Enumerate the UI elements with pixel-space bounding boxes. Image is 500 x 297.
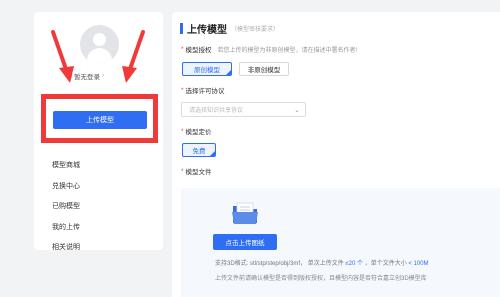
click-upload-button[interactable]: 点击上传图纸 [213,234,277,250]
price-label-row: * 模型定价 [181,126,212,137]
auth-description: 若您上传的模型为非原创模型，请在描述中署名作者! [217,47,358,54]
option-non-original-model[interactable]: 非原创模型 [239,62,289,76]
price-label: 模型定价 [185,129,212,136]
license-select[interactable]: 请选择知识共享协议 ⌄ [181,102,306,117]
highlight-annotation-box: 上传模型 [41,94,158,143]
required-mark: * [181,45,184,53]
upload-model-button[interactable]: 上传模型 [53,111,147,129]
sidebar-item-my-uploads[interactable]: 我的上传 [52,217,80,238]
upload-form-card: 上传模型 （模型审核要求） * 模型授权 若您上传的模型为非原创模型，请在描述中… [172,12,500,297]
required-mark: * [181,86,184,94]
avatar-head-shape [93,33,106,46]
format-prefix: 支持3D格式: stl/stp/step/obj/3mf， 单次上传文件 [215,261,344,267]
size-prefix: ，单个文件大小 [364,261,407,267]
sidebar-item-redeem-center[interactable]: 兑换中心 [52,176,80,197]
license-label-row: * 选择许可协议 [181,85,225,96]
left-arrow-annotation [51,30,74,83]
option-free[interactable]: 免费 [182,143,216,157]
auth-label: 模型授权 [185,47,212,54]
sidebar-nav: 模型商城 兑换中心 已购模型 我的上传 相关说明 [52,155,80,258]
sidebar-item-model-store[interactable]: 模型商城 [52,155,80,176]
option-original-model[interactable]: 原创模型 [182,62,232,76]
count-limit: ≤20 个 [345,261,364,267]
review-requirements-link[interactable]: （模型审核要求） [231,24,279,33]
file-label-row: * 模型文件 [181,166,212,177]
folder-upload-icon [232,202,258,224]
license-placeholder: 请选择知识共享协议 [189,108,244,114]
page-title-row: 上传模型 （模型审核要求） [180,21,279,36]
copyright-notice: 上传文件前请确认模型是否得到版权授权，且模型内容是否符合嘉立创3D模型库 [215,276,427,282]
sidebar-item-purchased-models[interactable]: 已购模型 [52,196,80,217]
format-hint: 支持3D格式: stl/stp/step/obj/3mf， 单次上传文件 ≤20… [215,258,429,267]
avatar-body-shape [87,48,112,64]
right-arrow-annotation [122,30,145,83]
license-label: 选择许可协议 [185,88,225,95]
avatar[interactable] [80,25,119,64]
login-label: 暂无登录 [74,74,100,81]
page-title: 上传模型 [187,25,227,36]
required-mark: * [181,127,184,135]
auth-label-row: * 模型授权 若您上传的模型为非原创模型，请在描述中署名作者! [181,44,358,55]
chevron-down-icon: ⌄ [294,107,300,114]
file-label: 模型文件 [185,169,212,176]
sidebar-item-help[interactable]: 相关说明 [52,237,80,258]
title-accent-bar [180,23,183,34]
chevron-right-icon: › [102,73,104,79]
required-mark: * [181,167,184,175]
size-limit: < 100M [408,261,429,267]
